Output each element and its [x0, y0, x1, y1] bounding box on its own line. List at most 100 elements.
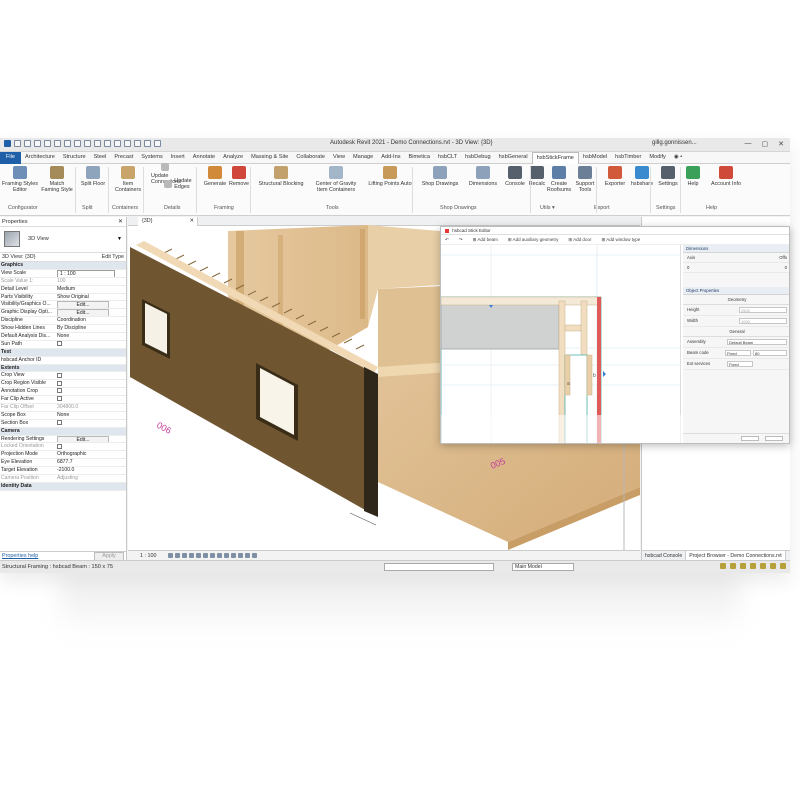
revit-logo-icon[interactable] — [4, 140, 11, 147]
property-category[interactable]: Identity Data — [0, 482, 126, 491]
property-category[interactable]: Graphics — [0, 262, 126, 270]
redo-button[interactable]: ↷ — [459, 237, 463, 242]
property-value[interactable]: Medium — [57, 286, 75, 292]
section-icon[interactable] — [124, 140, 131, 147]
checkbox[interactable] — [57, 372, 62, 378]
beam-code-field[interactable]: 80 — [753, 350, 787, 356]
tab-structure[interactable]: Structure — [59, 152, 90, 164]
tab-steel[interactable]: Steel — [90, 152, 111, 164]
select-by-face-icon[interactable] — [760, 563, 766, 569]
properties-help-link[interactable]: Properties help — [2, 553, 38, 559]
center-of-gravity-item-containers-button[interactable]: Center of Gravity Item Containers — [310, 166, 362, 193]
height-field[interactable]: 2500 — [739, 307, 787, 313]
redo-icon[interactable] — [54, 140, 61, 147]
edit-button[interactable]: Edit... — [57, 309, 109, 317]
beam-code-mode[interactable]: Fixed — [725, 350, 751, 356]
visual-style-icon[interactable] — [175, 553, 180, 558]
stick-editor-canvas[interactable]: a b — [441, 245, 681, 443]
checkbox[interactable] — [57, 341, 62, 347]
property-value[interactable]: None — [57, 412, 69, 418]
close-icon[interactable]: ✕ — [778, 140, 784, 148]
framing-styles-editor-button[interactable]: Framing Styles Editor — [2, 166, 38, 193]
lock-view-icon[interactable] — [217, 553, 222, 558]
structural-blocking-button[interactable]: Structural Blocking — [256, 166, 306, 187]
property-category[interactable]: Extents — [0, 364, 126, 373]
property-value[interactable]: 1 : 100 — [57, 269, 115, 277]
close-icon[interactable]: ✕ — [118, 218, 123, 225]
undo-icon[interactable] — [44, 140, 51, 147]
analysis-icon[interactable] — [245, 553, 250, 558]
ext-services-select[interactable]: Fixed — [727, 361, 753, 367]
jamb[interactable] — [564, 354, 571, 396]
dimension-icon[interactable] — [84, 140, 91, 147]
tab-item[interactable]: ◉ • — [670, 152, 686, 164]
active-model-selector[interactable]: Main Model — [512, 563, 574, 571]
close-hidden-icon[interactable] — [144, 140, 151, 147]
add-auxiliary-geometry-button[interactable]: ⊞ Add auxiliary geometry — [508, 237, 559, 242]
text-icon[interactable] — [104, 140, 111, 147]
add-door-button[interactable]: ⊞ Add door — [568, 237, 591, 242]
edit-button[interactable]: Edit... — [57, 435, 109, 443]
tab-massing-site[interactable]: Massing & Site — [247, 152, 292, 164]
switch-windows-icon[interactable] — [154, 140, 161, 147]
tag-icon[interactable] — [94, 140, 101, 147]
lifting-points-auto-button[interactable]: Lifting Points Auto — [362, 166, 418, 187]
property-value[interactable]: Show Original — [57, 294, 89, 300]
property-value[interactable]: 100 — [57, 278, 66, 284]
select-underlay-icon[interactable] — [740, 563, 746, 569]
grip-arrow-icon[interactable] — [603, 371, 606, 377]
tab-analyze[interactable]: Analyze — [219, 152, 247, 164]
instance-selector[interactable]: 3D View: {3D} Edit Type — [0, 253, 126, 262]
checkbox[interactable] — [57, 388, 62, 394]
header-beam[interactable] — [441, 300, 560, 350]
tab-add-ins[interactable]: Add-Ins — [377, 152, 404, 164]
crop-icon[interactable] — [203, 553, 208, 558]
jamb[interactable] — [586, 354, 593, 396]
save-icon[interactable] — [24, 140, 31, 147]
tab-hsbtimber[interactable]: hsbTimber — [611, 152, 645, 164]
filter-icon[interactable] — [720, 563, 726, 569]
ribbon-group-utils[interactable]: Utils ▾ — [540, 205, 555, 211]
tab-precast[interactable]: Precast — [110, 152, 137, 164]
generate-button[interactable]: Generate — [202, 166, 228, 187]
ok-button[interactable] — [741, 436, 759, 441]
filter-count-icon[interactable] — [780, 563, 786, 569]
tab-project-browser[interactable]: Project Browser - Demo Connections.rvt — [686, 551, 786, 560]
property-value[interactable]: Orthographic — [57, 451, 86, 457]
hide-isolate-icon[interactable] — [224, 553, 229, 558]
tab-hsbcad-console[interactable]: hsbcad Console — [642, 551, 687, 560]
item-containers-button[interactable]: Item Containers — [112, 166, 144, 193]
dimensions-button[interactable]: Dimensions — [466, 166, 500, 187]
show-crop-icon[interactable] — [210, 553, 215, 558]
tab-bimetica[interactable]: Bimetica — [405, 152, 434, 164]
tab-hsbstickframe[interactable]: hsbStickFrame — [531, 152, 579, 164]
axis-value[interactable]: 0 — [687, 265, 689, 270]
tab-view[interactable]: View — [329, 152, 349, 164]
exporter-button[interactable]: Exporter — [602, 166, 628, 187]
undo-button[interactable]: ↶ — [445, 237, 449, 242]
print-icon[interactable] — [64, 140, 71, 147]
tab-hsbmodel[interactable]: hsbModel — [579, 152, 611, 164]
reveal-hidden-icon[interactable] — [231, 553, 236, 558]
object-properties-section[interactable]: Object Properties — [683, 287, 789, 295]
help-button[interactable]: Help — [684, 166, 702, 187]
measure-icon[interactable] — [74, 140, 81, 147]
tab-collaborate[interactable]: Collaborate — [292, 152, 329, 164]
highlight-icon[interactable] — [252, 553, 257, 558]
tab-modify[interactable]: Modify — [645, 152, 669, 164]
edit-button[interactable]: Edit... — [57, 301, 109, 309]
tab-hsbclt[interactable]: hsbCLT — [434, 152, 461, 164]
checkbox[interactable] — [57, 396, 62, 402]
dimensions-section[interactable]: Dimensions — [683, 245, 789, 253]
shadows-icon[interactable] — [189, 553, 194, 558]
drag-elements-icon[interactable] — [770, 563, 776, 569]
nogging[interactable] — [564, 324, 582, 332]
maximize-icon[interactable]: ▢ — [762, 140, 769, 148]
type-selector[interactable]: 3D View ▼ — [0, 227, 126, 253]
shop-drawings-button[interactable]: Shop Drawings — [420, 166, 460, 187]
add-window-type-button[interactable]: ⊞ Add window type — [601, 237, 640, 242]
3d-view-icon[interactable] — [114, 140, 121, 147]
create-roofsums-button[interactable]: Create Roofsums — [546, 166, 572, 193]
support-tools-button[interactable]: Support Tools — [572, 166, 598, 193]
property-value[interactable]: Coordination — [57, 317, 86, 323]
